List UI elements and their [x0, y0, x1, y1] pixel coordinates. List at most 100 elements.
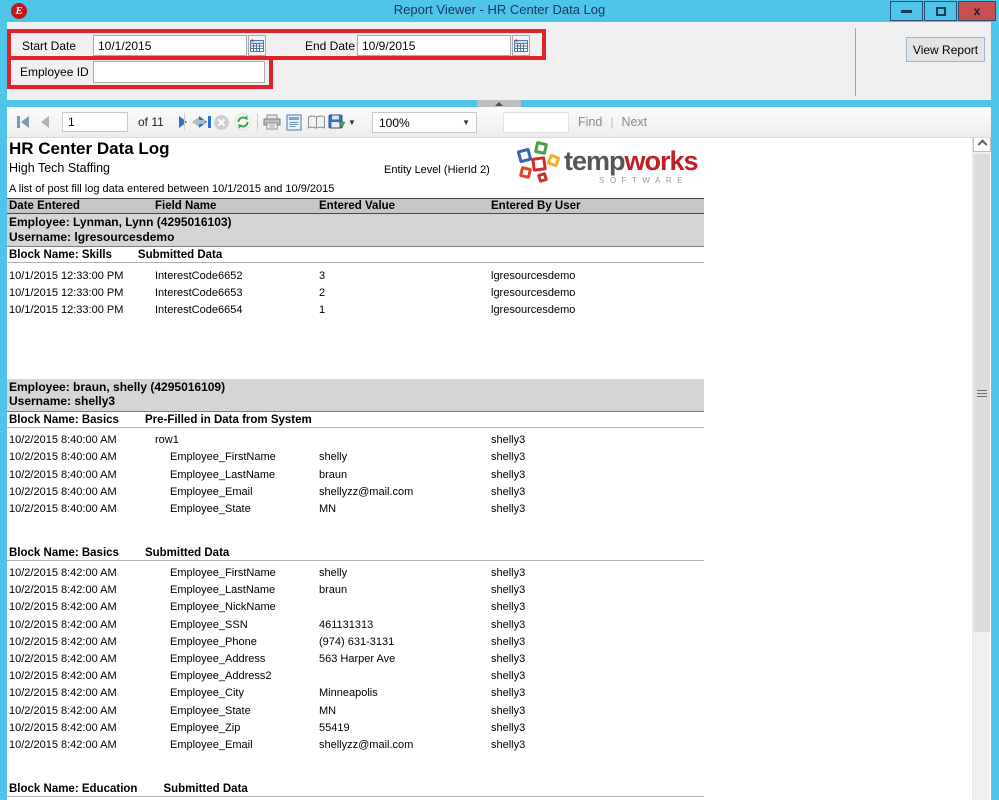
date-entered-cell: 10/2/2015 8:40:00 AM	[9, 502, 117, 515]
employee-username-line: Username: lgresourcesdemo	[9, 229, 175, 244]
first-page-icon	[16, 116, 29, 128]
table-row: 10/2/2015 8:42:00 AM Employee_State MN shel…	[7, 702, 704, 719]
logo-word-works: works	[624, 146, 699, 176]
field-name-cell: Employee_State	[170, 704, 251, 717]
minimize-button[interactable]	[890, 1, 923, 21]
entered-value-cell: braun	[319, 468, 348, 481]
entered-value-cell: MN	[319, 704, 337, 717]
page-number-input[interactable]	[62, 112, 128, 132]
end-date-calendar-button[interactable]	[512, 35, 530, 56]
stop-button[interactable]	[210, 110, 232, 134]
find-button[interactable]: Find	[578, 115, 602, 129]
field-name-cell: InterestCode6654	[155, 303, 243, 316]
calendar-icon	[514, 39, 528, 52]
page-setup-button[interactable]	[305, 110, 327, 134]
window-controls: x	[889, 1, 996, 21]
entered-by-user-cell: shelly3	[491, 601, 526, 614]
date-entered-cell: 10/2/2015 8:40:00 AM	[9, 485, 117, 498]
table-row: 10/1/2015 12:33:00 PM InterestCode6652 3 lg…	[7, 267, 704, 284]
zoom-select[interactable]: 100% ▼	[372, 112, 477, 133]
find-input[interactable]	[503, 112, 569, 133]
chevron-up-icon	[495, 102, 503, 106]
entered-value-cell: (974) 631-3131	[319, 635, 395, 648]
start-date-input[interactable]	[93, 35, 247, 56]
date-entered-cell: 10/2/2015 8:42:00 AM	[9, 567, 117, 580]
scrollbar-thumb[interactable]	[974, 154, 990, 632]
block-type-label: Submitted Data	[144, 546, 230, 559]
refresh-icon	[234, 113, 252, 131]
parameter-panel: Start Date End Date Employee ID View Rep…	[7, 22, 991, 100]
field-name-cell: row1	[155, 434, 179, 447]
table-row: 10/2/2015 8:42:00 AM Employee_City Minneap…	[7, 685, 704, 702]
table-row: 10/2/2015 8:40:00 AM row1 shelly3	[7, 432, 704, 449]
print-button[interactable]	[261, 110, 283, 134]
view-report-button[interactable]: View Report	[906, 37, 985, 62]
logo-square-icon	[536, 171, 549, 184]
block-name-label: Block Name: Skills	[9, 249, 112, 261]
entered-by-user-cell: shelly3	[491, 451, 526, 464]
entered-by-user-cell: shelly3	[491, 485, 526, 498]
report-company: High Tech Staffing	[9, 161, 110, 175]
field-name-cell: Employee_NickName	[170, 601, 276, 614]
find-next-button[interactable]: Next	[621, 115, 647, 129]
block-type-label: Submitted Data	[137, 249, 223, 261]
field-name-cell: InterestCode6652	[155, 269, 243, 282]
scrollbar-up-button[interactable]	[973, 138, 991, 152]
logo-square-icon	[546, 153, 561, 168]
rows-group: 10/2/2015 8:42:00 AM Employee_FirstName sh…	[7, 565, 704, 754]
entered-value-cell: 2	[319, 286, 326, 299]
entered-value-cell: braun	[319, 584, 348, 597]
entered-by-user-cell: shelly3	[491, 653, 526, 666]
stop-icon	[213, 114, 229, 130]
export-button[interactable]: ▼	[327, 110, 357, 134]
table-row: 10/2/2015 8:42:00 AM Employee_SSN 46113131…	[7, 616, 704, 633]
refresh-button[interactable]	[232, 110, 254, 134]
minimize-icon	[901, 9, 912, 13]
report-description: A list of post fill log data entered bet…	[9, 183, 335, 195]
field-name-cell: Employee_City	[170, 687, 244, 700]
table-row: 10/2/2015 8:42:00 AM Employee_Address2 she…	[7, 668, 704, 685]
previous-page-button[interactable]	[34, 110, 56, 134]
export-save-icon	[328, 114, 346, 129]
back-button[interactable]	[188, 110, 210, 134]
date-entered-cell: 10/2/2015 8:42:00 AM	[9, 601, 117, 614]
employee-username-line: Username: shelly3	[9, 394, 116, 409]
entered-by-user-cell: lgresourcesdemo	[491, 303, 576, 316]
calendar-icon	[250, 39, 264, 52]
maximize-button[interactable]	[924, 1, 957, 21]
table-row: 10/2/2015 8:42:00 AM Employee_LastName bra…	[7, 582, 704, 599]
employee-id-label: Employee ID	[20, 65, 89, 79]
table-row: 10/2/2015 8:40:00 AM Employee_FirstName sh…	[7, 449, 704, 466]
print-layout-button[interactable]	[283, 110, 305, 134]
field-name-cell: Employee_FirstName	[170, 451, 276, 464]
date-entered-cell: 10/2/2015 8:40:00 AM	[9, 434, 117, 447]
maximize-icon	[935, 6, 946, 16]
entered-by-user-cell: shelly3	[491, 434, 526, 447]
end-date-input[interactable]	[357, 35, 511, 56]
employee-section: Employee: Lynman, Lynn (4295016103) Usern…	[7, 214, 704, 319]
entered-value-cell: shelly	[319, 567, 348, 580]
table-row: 10/2/2015 8:42:00 AM Employee_Phone (974) …	[7, 633, 704, 650]
field-name-cell: Employee_Email	[170, 738, 253, 751]
find-next-separator: |	[610, 115, 614, 129]
date-entered-cell: 10/2/2015 8:42:00 AM	[9, 618, 117, 631]
entered-by-user-cell: shelly3	[491, 584, 526, 597]
employee-id-input[interactable]	[93, 61, 265, 83]
page-count-label: of 11	[138, 115, 164, 129]
date-entered-cell: 10/1/2015 12:33:00 PM	[9, 286, 124, 299]
field-name-cell: Employee_FirstName	[170, 567, 276, 580]
close-button[interactable]: x	[958, 1, 996, 21]
field-name-cell: Employee_Email	[170, 485, 253, 498]
employee-section: Employee: braun, shelly (4295016109) User…	[7, 378, 704, 797]
employee-name-line: Employee: braun, shelly (4295016109)	[9, 379, 226, 394]
vertical-scrollbar[interactable]	[972, 138, 991, 800]
entered-value-cell: shelly	[319, 451, 348, 464]
first-page-button[interactable]	[12, 110, 34, 134]
report-viewport: HR Center Data Log High Tech Staffing En…	[7, 138, 991, 800]
rows-group: 10/2/2015 8:40:00 AM row1 shelly3 10/2/2015…	[7, 432, 704, 518]
block-type-label: Pre-Filled in Data from System	[144, 413, 312, 426]
entered-by-user-cell: shelly3	[491, 567, 526, 580]
entered-value-cell: 1	[319, 303, 326, 316]
start-date-calendar-button[interactable]	[248, 35, 266, 56]
employee-band: Employee: Lynman, Lynn (4295016103) Usern…	[7, 214, 704, 247]
